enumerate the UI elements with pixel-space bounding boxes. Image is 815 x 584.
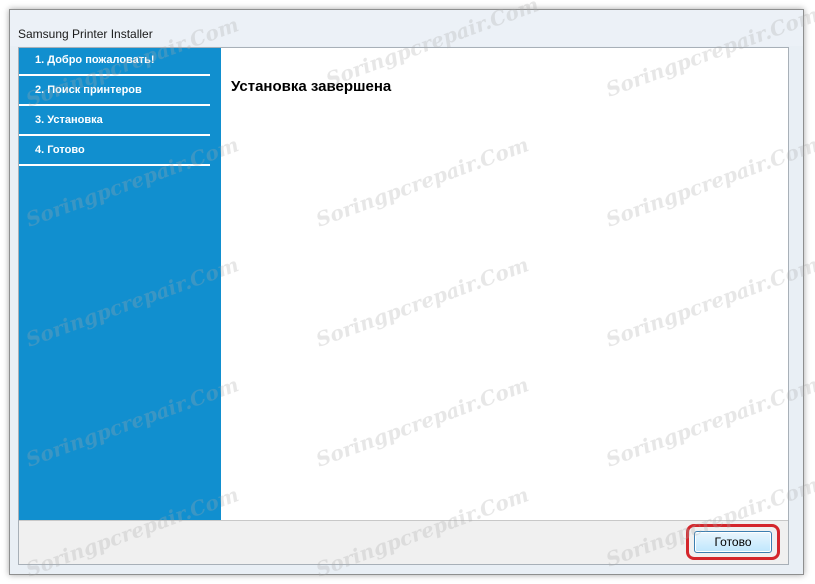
title-bar[interactable]: Samsung Printer Installer bbox=[10, 10, 803, 46]
step-done: 4. Готово bbox=[19, 138, 210, 166]
steps-sidebar: 1. Добро пожаловать! 2. Поиск принтеров … bbox=[19, 48, 221, 520]
installer-window: Samsung Printer Installer 1. Добро пожал… bbox=[9, 9, 804, 575]
window-title: Samsung Printer Installer bbox=[18, 27, 153, 41]
window-client-area: 1. Добро пожаловать! 2. Поиск принтеров … bbox=[18, 47, 789, 565]
content-panel: Установка завершена bbox=[221, 48, 788, 520]
button-bar: Готово bbox=[19, 520, 788, 564]
step-label: 4. Готово bbox=[35, 144, 85, 156]
step-welcome: 1. Добро пожаловать! bbox=[19, 48, 210, 76]
finish-button[interactable]: Готово bbox=[694, 531, 772, 553]
step-printer-search: 2. Поиск принтеров bbox=[19, 78, 210, 106]
step-label: 1. Добро пожаловать! bbox=[35, 54, 155, 66]
page-title: Установка завершена bbox=[231, 78, 392, 95]
step-label: 3. Установка bbox=[35, 114, 103, 126]
step-label: 2. Поиск принтеров bbox=[35, 84, 142, 96]
step-installation: 3. Установка bbox=[19, 108, 210, 136]
